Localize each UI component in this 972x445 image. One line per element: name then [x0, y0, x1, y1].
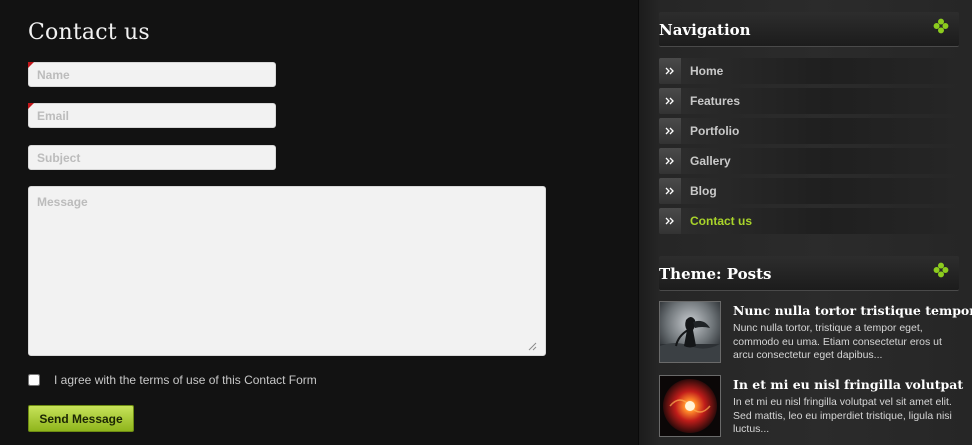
post-item: Nunc nulla tortor tristique tempor Nunc … — [659, 301, 972, 367]
main-content: Contact us I agree with the terms of use… — [0, 0, 638, 445]
post-excerpt: Nunc nulla tortor, tristique a tempor eg… — [733, 322, 942, 361]
email-field[interactable] — [28, 103, 276, 128]
post-excerpt: In et mi eu nisl fringilla volutpat vel … — [733, 396, 952, 435]
nav-item-portfolio[interactable]: Portfolio — [659, 118, 959, 144]
subject-field[interactable] — [28, 145, 276, 170]
post-title[interactable]: In et mi eu nisl fringilla volutpat — [733, 377, 963, 392]
agree-checkbox[interactable] — [28, 374, 40, 386]
nav-item-label: Contact us — [690, 214, 753, 228]
agree-label[interactable]: I agree with the terms of use of this Co… — [54, 373, 317, 387]
nav-item-home[interactable]: Home — [659, 58, 959, 84]
post-item: In et mi eu nisl fringilla volutpat In e… — [659, 375, 963, 441]
navigation-menu: Home Features Portfolio Gallery Blog Con… — [659, 58, 959, 238]
agree-row: I agree with the terms of use of this Co… — [28, 372, 317, 388]
double-chevron-icon — [659, 178, 681, 204]
page-title: Contact us — [28, 20, 150, 45]
post-thumbnail[interactable] — [659, 301, 721, 363]
sidebar: Navigation Home Features Portfolio Galle… — [638, 0, 972, 445]
double-chevron-icon — [659, 58, 681, 84]
post-thumbnail[interactable] — [659, 375, 721, 437]
resize-handle-icon[interactable] — [527, 341, 537, 351]
nav-item-label: Home — [690, 64, 724, 78]
double-chevron-icon — [659, 208, 681, 234]
nav-item-blog[interactable]: Blog — [659, 178, 959, 204]
navigation-widget-header: Navigation — [659, 12, 959, 47]
nav-item-label: Gallery — [690, 154, 731, 168]
post-title[interactable]: Nunc nulla tortor tristique tempor — [733, 303, 972, 318]
clover-icon — [933, 18, 949, 34]
clover-icon — [933, 262, 949, 278]
required-marker — [28, 62, 34, 68]
name-field[interactable] — [28, 62, 276, 87]
nav-item-label: Portfolio — [690, 124, 740, 138]
required-marker — [28, 103, 34, 109]
fiery-orb-thumbnail — [660, 376, 720, 436]
message-field[interactable] — [28, 186, 546, 356]
send-message-button[interactable]: Send Message — [28, 405, 134, 432]
posts-widget-title: Theme: Posts — [659, 265, 772, 283]
nav-item-contact-us[interactable]: Contact us — [659, 208, 959, 234]
double-chevron-icon — [659, 88, 681, 114]
storm-figure-thumbnail — [660, 302, 720, 362]
double-chevron-icon — [659, 118, 681, 144]
double-chevron-icon — [659, 148, 681, 174]
nav-item-label: Blog — [690, 184, 717, 198]
nav-item-label: Features — [690, 94, 741, 108]
navigation-widget-title: Navigation — [659, 21, 751, 39]
posts-widget-header: Theme: Posts — [659, 256, 959, 291]
nav-item-features[interactable]: Features — [659, 88, 959, 114]
nav-item-gallery[interactable]: Gallery — [659, 148, 959, 174]
